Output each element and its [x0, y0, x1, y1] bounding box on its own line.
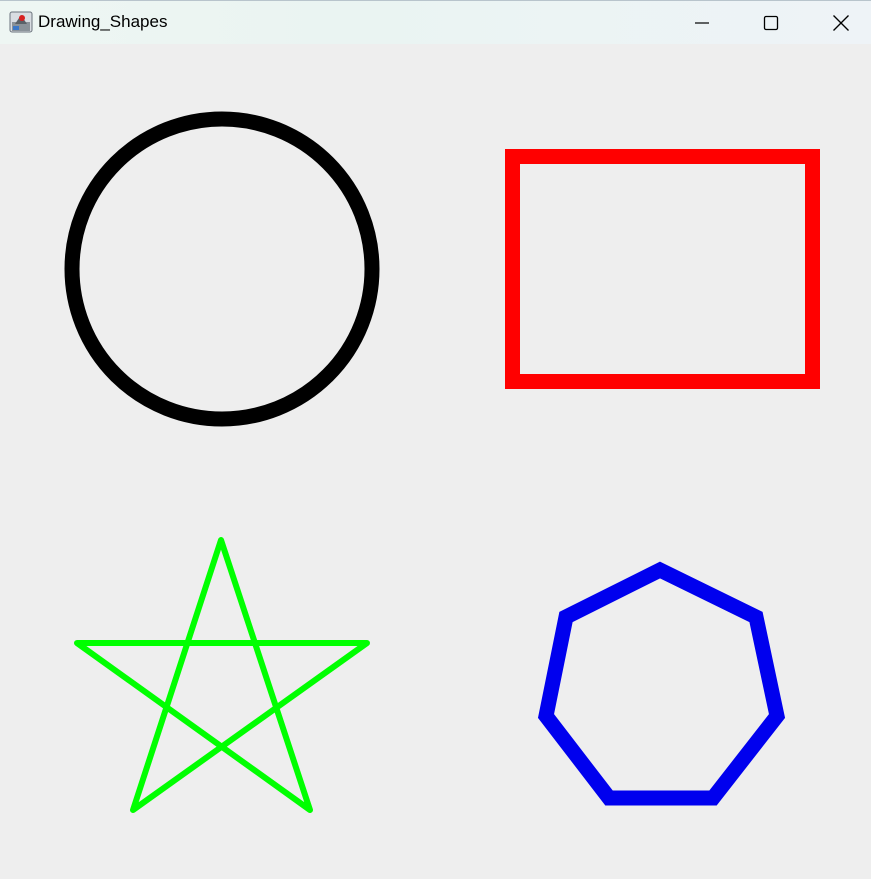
- maximize-icon: [763, 15, 779, 31]
- rectangle-shape: [505, 149, 820, 389]
- close-button[interactable]: [806, 1, 871, 45]
- heptagon-shape: [537, 561, 786, 806]
- title-bar[interactable]: Drawing_Shapes: [0, 0, 871, 44]
- window-title: Drawing_Shapes: [38, 12, 168, 31]
- app-window: Drawing_Shapes: [0, 0, 871, 879]
- java-app-icon: [9, 11, 33, 33]
- drawing-canvas: [64, 111, 820, 813]
- close-icon: [833, 15, 849, 31]
- circle-shape: [64, 111, 380, 427]
- maximize-button[interactable]: [736, 1, 806, 45]
- star-shape: [74, 537, 370, 813]
- minimize-icon: [695, 22, 709, 24]
- minimize-button[interactable]: [667, 1, 737, 45]
